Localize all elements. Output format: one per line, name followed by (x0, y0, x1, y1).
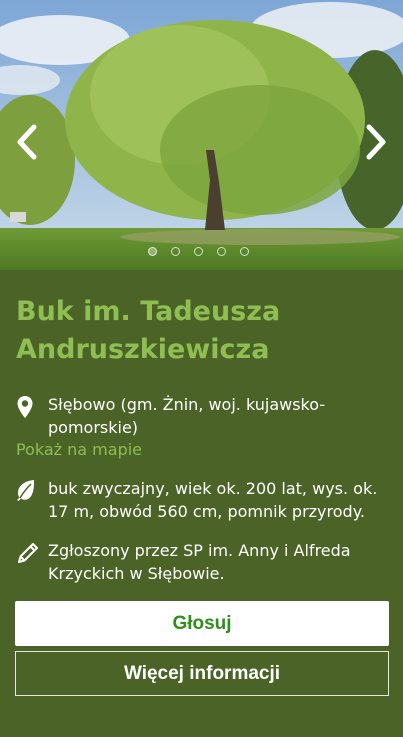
tree-photo (0, 0, 403, 270)
carousel-dot[interactable] (171, 247, 180, 256)
photo-carousel[interactable] (0, 0, 403, 270)
carousel-dot[interactable] (194, 247, 203, 256)
carousel-dots (148, 247, 249, 256)
more-info-button[interactable]: Więcej informacji (15, 651, 389, 696)
submitted-by-text: Zgłoszony przez SP im. Anny i Alfreda Kr… (48, 541, 351, 583)
carousel-dot[interactable] (148, 247, 157, 256)
pencil-icon (16, 539, 48, 585)
carousel-dot[interactable] (217, 247, 226, 256)
leaf-icon (16, 477, 48, 523)
location-text: Słębowo (gm. Żnin, woj. kujawsko-pomorsk… (48, 395, 326, 437)
vote-button[interactable]: Głosuj (15, 601, 389, 646)
show-on-map-link[interactable]: Pokaż na mapie (16, 439, 142, 461)
chevron-right-icon[interactable] (361, 123, 391, 161)
description-text: buk zwyczajny, wiek ok. 200 lat, wys. ok… (48, 479, 378, 521)
map-pin-icon (16, 393, 48, 439)
carousel-dot[interactable] (240, 247, 249, 256)
location-row: Słębowo (gm. Żnin, woj. kujawsko-pomorsk… (16, 393, 388, 439)
submitted-row: Zgłoszony przez SP im. Anny i Alfreda Kr… (16, 539, 388, 585)
tree-name: Buk im. Tadeusza Andruszkiewicza (16, 296, 281, 365)
chevron-left-icon[interactable] (12, 123, 42, 161)
description-row: buk zwyczajny, wiek ok. 200 lat, wys. ok… (16, 477, 388, 523)
